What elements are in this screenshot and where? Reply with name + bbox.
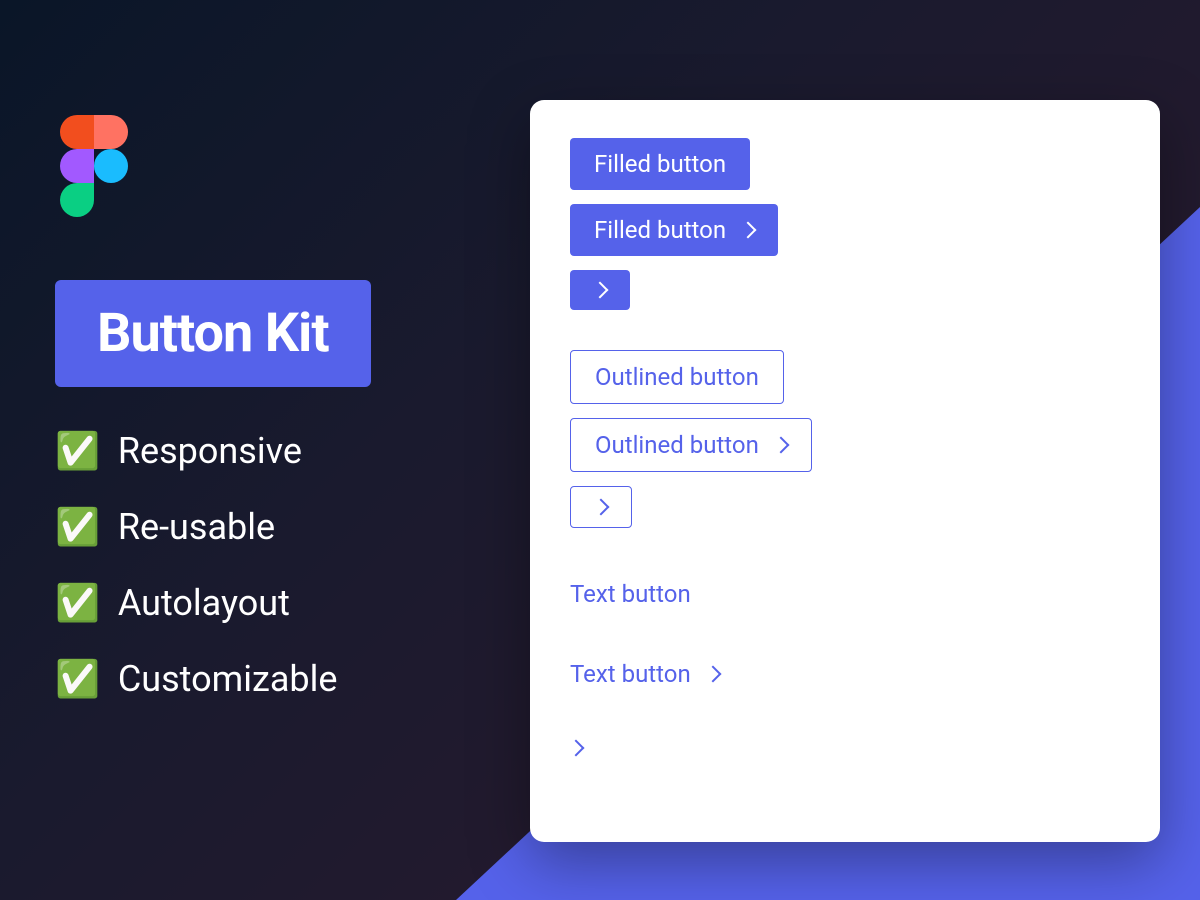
feature-item: ✅ Customizable xyxy=(55,658,337,700)
check-icon: ✅ xyxy=(55,661,100,697)
chevron-right-icon xyxy=(592,282,609,299)
title-button: Button Kit xyxy=(55,280,371,387)
button-label: Filled button xyxy=(594,216,726,244)
check-icon: ✅ xyxy=(55,509,100,545)
feature-label: Customizable xyxy=(118,658,338,700)
chevron-right-icon xyxy=(568,740,585,757)
check-icon: ✅ xyxy=(55,585,100,621)
figma-logo xyxy=(60,115,128,215)
filled-button-with-icon[interactable]: Filled button xyxy=(570,204,778,256)
button-label: Text button xyxy=(570,580,691,608)
feature-list: ✅ Responsive ✅ Re-usable ✅ Autolayout ✅ … xyxy=(55,430,337,734)
feature-label: Responsive xyxy=(118,430,302,472)
button-label: Outlined button xyxy=(595,431,759,459)
feature-item: ✅ Responsive xyxy=(55,430,337,472)
text-icon-button[interactable] xyxy=(570,728,582,768)
button-label: Outlined button xyxy=(595,363,759,391)
chevron-right-icon xyxy=(704,666,721,683)
outlined-icon-button[interactable] xyxy=(570,486,632,528)
chevron-right-icon xyxy=(772,437,789,454)
button-label: Filled button xyxy=(594,150,726,178)
feature-label: Re-usable xyxy=(118,506,275,548)
outlined-button[interactable]: Outlined button xyxy=(570,350,784,404)
title-label: Button Kit xyxy=(97,302,329,365)
button-label: Text button xyxy=(570,660,691,688)
chevron-right-icon xyxy=(593,499,610,516)
showcase-card: Filled button Filled button Outlined but… xyxy=(530,100,1160,842)
filled-button[interactable]: Filled button xyxy=(570,138,750,190)
feature-item: ✅ Autolayout xyxy=(55,582,337,624)
text-button[interactable]: Text button xyxy=(570,568,691,620)
outlined-button-with-icon[interactable]: Outlined button xyxy=(570,418,812,472)
check-icon: ✅ xyxy=(55,433,100,469)
filled-icon-button[interactable] xyxy=(570,270,630,310)
chevron-right-icon xyxy=(740,222,757,239)
feature-item: ✅ Re-usable xyxy=(55,506,337,548)
text-button-with-icon[interactable]: Text button xyxy=(570,648,719,700)
feature-label: Autolayout xyxy=(118,582,290,624)
